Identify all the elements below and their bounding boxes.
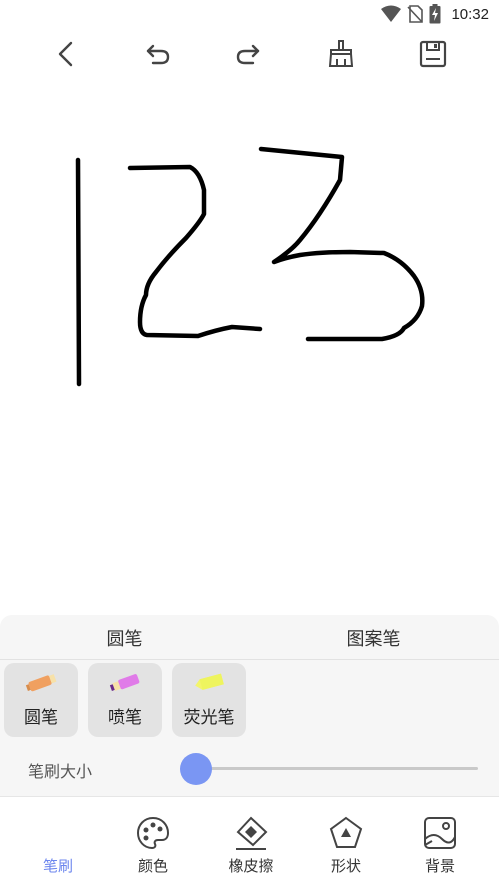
- nav-label: 形状: [330, 857, 361, 875]
- drawing-strokes: [75, 146, 425, 387]
- nav-brush[interactable]: 笔刷: [10, 797, 106, 887]
- pen-option-round[interactable]: 圆笔: [4, 663, 78, 737]
- palette-icon: [136, 816, 170, 850]
- clear-button[interactable]: [323, 36, 359, 72]
- nav-label: 背景: [424, 857, 455, 875]
- battery-charging-icon: [429, 4, 441, 24]
- round-pen-icon: [25, 674, 57, 692]
- stroke-1: [75, 157, 82, 387]
- undo-icon: [146, 44, 170, 65]
- nav-background[interactable]: 背景: [392, 797, 488, 887]
- nav-label: 颜色: [137, 857, 168, 875]
- brush-size-slider[interactable]: [196, 767, 478, 770]
- nav-shape[interactable]: 形状: [298, 797, 394, 887]
- clear-brush-icon: [328, 40, 354, 67]
- undo-button[interactable]: [140, 36, 176, 72]
- pen-option-spray[interactable]: 喷笔: [88, 663, 162, 737]
- status-time: 10:32: [451, 5, 489, 23]
- redo-icon: [236, 44, 260, 65]
- highlighter-icon: [195, 673, 224, 690]
- save-button[interactable]: [415, 36, 451, 72]
- pen-options: 圆笔 喷笔 荧光笔: [4, 663, 246, 739]
- pen-option-label: 荧光笔: [183, 708, 235, 728]
- pen-option-highlighter[interactable]: 荧光笔: [172, 663, 246, 737]
- stroke-3: [258, 146, 425, 342]
- wifi-icon: [381, 5, 402, 22]
- brush-panel: 圆笔 图案笔 圆笔 喷笔 荧光笔 笔刷大小 笔刷 颜色 橡皮擦 形状 背景: [0, 615, 499, 887]
- spray-pen-icon: [109, 674, 140, 691]
- drawing-canvas[interactable]: [0, 80, 499, 615]
- pen-option-label: 圆笔: [24, 708, 58, 728]
- nav-label: 橡皮擦: [228, 857, 274, 875]
- shape-icon: [329, 816, 363, 848]
- tab-pattern-pen[interactable]: 图案笔: [249, 615, 498, 660]
- nav-color[interactable]: 颜色: [105, 797, 201, 887]
- tab-round-pen[interactable]: 圆笔: [0, 615, 249, 660]
- back-button[interactable]: [48, 36, 84, 72]
- nav-label: 笔刷: [42, 857, 73, 875]
- redo-button[interactable]: [230, 36, 266, 72]
- save-icon: [419, 40, 447, 68]
- toolbar: [0, 30, 499, 76]
- status-icons: 10:32: [381, 4, 489, 24]
- brush-size-slider-thumb[interactable]: [180, 753, 212, 785]
- pen-option-label: 喷笔: [108, 708, 142, 728]
- no-sim-icon: [407, 5, 424, 23]
- bottom-nav: 笔刷 颜色 橡皮擦 形状 背景: [0, 796, 499, 887]
- nav-eraser[interactable]: 橡皮擦: [203, 797, 299, 887]
- brush-size-label: 笔刷大小: [28, 762, 93, 781]
- eraser-icon: [236, 816, 268, 850]
- stroke-2: [127, 164, 263, 339]
- status-bar: 10:32: [0, 0, 499, 28]
- pen-type-tabs: 圆笔 图案笔: [0, 615, 499, 660]
- background-image-icon: [424, 817, 456, 849]
- back-icon: [58, 41, 73, 67]
